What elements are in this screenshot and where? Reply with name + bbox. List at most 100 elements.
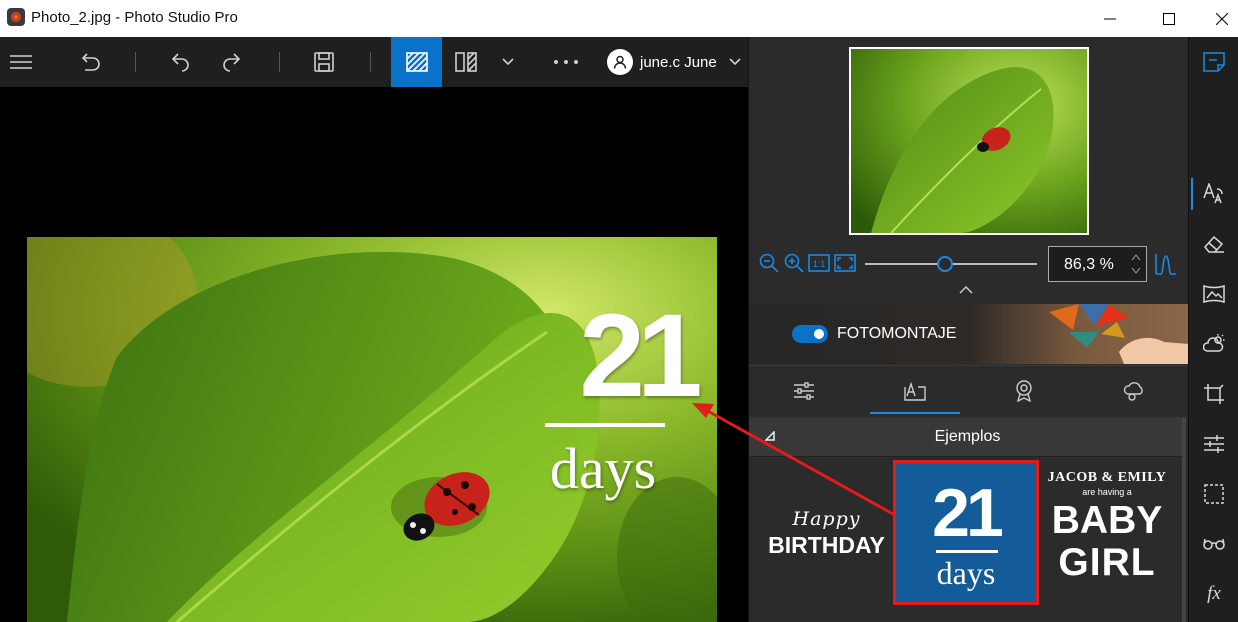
user-icon <box>613 55 627 69</box>
more-button[interactable] <box>548 37 584 87</box>
split-view-button[interactable] <box>446 37 486 87</box>
hatched-view-icon <box>405 52 428 72</box>
glasses-icon <box>1203 538 1225 550</box>
examples-section-header[interactable]: Ejemplos <box>749 417 1186 457</box>
main-toolbar: june.c June <box>0 37 748 87</box>
collapse-navigator-icon[interactable] <box>959 285 973 295</box>
photo-overlay-word[interactable]: days <box>533 435 673 502</box>
title-bar: Photo_2.jpg - Photo Studio Pro <box>0 0 1238 37</box>
red-eye-tool-button[interactable] <box>1189 524 1238 564</box>
fit-to-window-icon[interactable] <box>834 254 856 272</box>
tab-badge[interactable] <box>979 366 1069 416</box>
photo-overlay-line <box>545 423 665 427</box>
image-canvas[interactable]: 21 days <box>0 87 748 622</box>
photo-studio-window: Photo_2.jpg - Photo Studio Pro june.c Ju… <box>0 0 1238 622</box>
compare-view-button[interactable] <box>391 37 442 87</box>
example-text-word: days <box>936 555 996 591</box>
split-view-icon <box>455 52 477 72</box>
undo-icon <box>171 53 189 72</box>
sliders-icon <box>1204 435 1224 453</box>
panel-scrollbar[interactable] <box>1182 418 1186 622</box>
hamburger-icon <box>10 55 32 69</box>
crop-tool-button[interactable] <box>1189 374 1238 414</box>
example-text-number: 21 <box>932 475 1004 551</box>
zoom-out-icon[interactable] <box>759 253 779 273</box>
fx-icon: fx <box>1207 583 1221 604</box>
user-account-button[interactable]: june.c June <box>607 49 741 75</box>
actual-size-icon[interactable]: 1:1 <box>808 254 830 272</box>
example-happy-birthday[interactable]: Happy BIRTHDAY <box>759 508 894 559</box>
landscape-icon <box>1203 285 1225 303</box>
toolbar-divider <box>279 52 280 72</box>
edited-photo[interactable]: 21 days <box>27 237 717 622</box>
zoom-in-icon[interactable] <box>784 253 804 273</box>
save-button[interactable] <box>304 37 344 87</box>
effects-tool-button[interactable]: fx <box>1189 574 1238 614</box>
photomontage-label: FOTOMONTAJE <box>837 325 957 342</box>
landscape-tool-button[interactable] <box>1189 274 1238 314</box>
close-icon <box>1215 12 1228 25</box>
undo-button[interactable] <box>160 37 200 87</box>
redo-icon <box>223 53 241 72</box>
tab-text[interactable] <box>870 366 960 416</box>
example-text-line: are having a <box>1082 487 1132 497</box>
chevron-down-icon <box>502 58 514 66</box>
view-mode-dropdown[interactable] <box>494 37 522 87</box>
photomontage-toggle[interactable] <box>792 325 828 343</box>
example-text-line: JACOB & EMILY <box>1047 470 1167 485</box>
zoom-controls: 1:1 86,3 % <box>749 244 1189 284</box>
adjust-tool-button[interactable] <box>1189 424 1238 464</box>
zoom-slider-handle[interactable] <box>937 256 953 272</box>
edit-panel-button[interactable] <box>1189 42 1238 82</box>
eraser-tool-button[interactable] <box>1189 224 1238 264</box>
tab-adjust[interactable] <box>759 366 849 416</box>
user-name: june.c June <box>640 53 717 71</box>
toolbar-divider <box>135 52 136 72</box>
more-dots-icon <box>554 60 578 64</box>
navigator-thumbnail[interactable] <box>849 47 1089 235</box>
redo-button[interactable] <box>212 37 252 87</box>
text-tool-icon <box>1203 183 1223 204</box>
weather-tool-button[interactable] <box>1189 324 1238 364</box>
toolbar-divider <box>370 52 371 72</box>
right-panel: 1:1 86,3 % FOTOMONTAJE Ejemplos Happy BI… <box>748 37 1189 622</box>
selection-icon <box>1204 484 1224 504</box>
window-title: Photo_2.jpg - Photo Studio Pro <box>31 9 238 26</box>
close-button[interactable] <box>1205 0 1238 37</box>
undo-all-button[interactable] <box>70 37 110 87</box>
example-text-line: BABY <box>1051 499 1163 542</box>
eraser-icon <box>1204 235 1224 253</box>
save-icon <box>314 52 334 72</box>
histogram-icon[interactable] <box>1155 253 1177 275</box>
text-tool-button[interactable] <box>1189 174 1238 214</box>
menu-button[interactable] <box>0 37 42 87</box>
example-underline <box>936 550 998 553</box>
selection-tool-button[interactable] <box>1189 474 1238 514</box>
edit-notes-icon <box>1203 52 1225 72</box>
maximize-button[interactable] <box>1146 0 1192 37</box>
tool-strip: fx <box>1188 37 1238 622</box>
collapse-triangle-icon <box>765 431 775 441</box>
zoom-spinner[interactable] <box>1130 251 1142 277</box>
example-text-line: Happy <box>792 508 861 530</box>
svg-text:1:1: 1:1 <box>813 259 826 269</box>
crop-icon <box>1204 384 1224 404</box>
example-21-days[interactable]: 21 days <box>893 460 1039 605</box>
example-text-line: GIRL <box>1058 541 1156 584</box>
examples-title: Ejemplos <box>934 428 1001 445</box>
examples-gallery: Happy BIRTHDAY 21 days JACOB & EMILY are… <box>749 458 1186 622</box>
zoom-input[interactable]: 86,3 % <box>1048 246 1147 282</box>
photo-overlay-number[interactable]: 21 <box>567 297 707 415</box>
avatar <box>607 49 633 75</box>
tab-shapes[interactable] <box>1089 366 1179 416</box>
maximize-icon <box>1163 12 1175 25</box>
minimize-icon <box>1104 18 1116 19</box>
tools-tabs <box>749 365 1189 415</box>
weather-icon <box>1203 334 1225 352</box>
minimize-button[interactable] <box>1087 0 1133 37</box>
example-baby-girl[interactable]: JACOB & EMILY are having a BABY GIRL <box>1042 470 1172 582</box>
text-frame-icon <box>904 381 926 401</box>
example-text-line: BIRTHDAY <box>768 532 885 558</box>
undo-all-icon <box>81 53 100 71</box>
zoom-value: 86,3 % <box>1064 256 1114 273</box>
